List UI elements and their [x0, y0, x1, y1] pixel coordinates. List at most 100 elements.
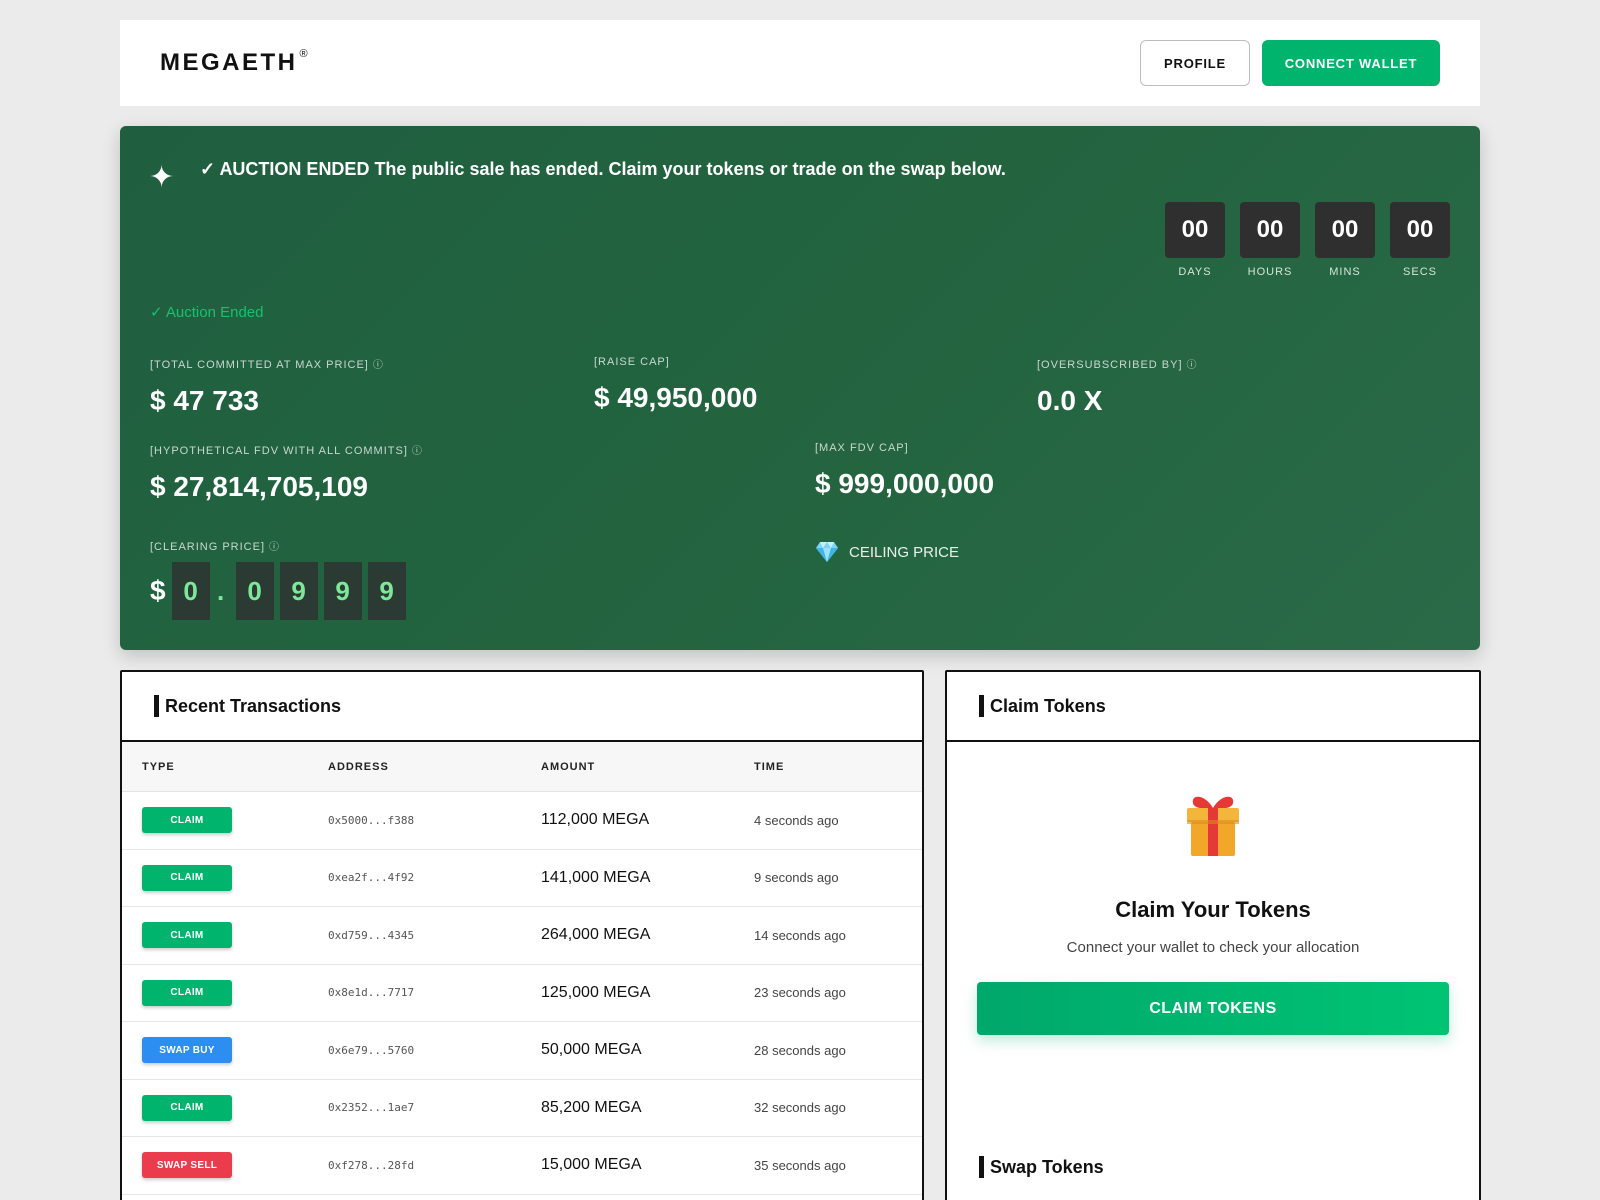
amount-cell: 264,000 MEGA	[541, 926, 651, 944]
column-header-address: ADDRESS	[328, 760, 389, 773]
amount-cell: 50,000 MEGA	[541, 1041, 642, 1059]
panel-title-text: Recent Transactions	[165, 695, 342, 716]
countdown-timer: 00 DAYS 00 HOURS 00 MINS 00 SECS	[1165, 202, 1450, 278]
table-header: TYPE ADDRESS AMOUNT TIME	[122, 742, 922, 792]
header-actions: PROFILE CONNECT WALLET	[1140, 40, 1440, 86]
auction-summary-panel: ✦ ✓ AUCTION ENDED The public sale has en…	[120, 126, 1480, 650]
stat-label: [CLEARING PRICE] ⓘ	[150, 541, 281, 553]
info-icon[interactable]: ⓘ	[412, 446, 423, 457]
title-bar-accent	[979, 1156, 984, 1178]
panel-title: Recent Transactions	[122, 672, 922, 742]
countdown-value: 00	[1240, 202, 1300, 258]
info-icon[interactable]: ⓘ	[373, 360, 384, 371]
type-badge: CLAIM	[142, 864, 232, 891]
amount-cell: 112,000 MEGA	[541, 811, 650, 829]
countdown-value: 00	[1315, 202, 1375, 258]
time-cell: 4 seconds ago	[754, 812, 839, 828]
price-decimal-point: .	[216, 575, 225, 606]
countdown-secs: 00 SECS	[1390, 202, 1450, 278]
profile-button[interactable]: PROFILE	[1140, 40, 1250, 86]
column-header-amount: AMOUNT	[541, 760, 596, 773]
clearing-price: $ 0 . 0 9 9 9	[150, 562, 412, 620]
time-cell: 28 seconds ago	[754, 1042, 846, 1058]
registered-mark: ®	[299, 48, 308, 60]
megaeth-logo[interactable]: MEGAETH ®	[160, 48, 308, 77]
stat-label: [RAISE CAP]	[594, 356, 670, 368]
claim-tokens-panel: Claim Tokens Claim Your Tokens Connect y…	[945, 670, 1481, 1200]
price-digit: 9	[323, 562, 362, 620]
price-digit: 9	[367, 562, 406, 620]
address-cell[interactable]: 0x5000...f388	[328, 814, 541, 827]
sparkle-icon: ✦	[149, 161, 175, 194]
countdown-mins: 00 MINS	[1315, 202, 1375, 278]
address-cell[interactable]: 0xd759...4345	[328, 929, 541, 942]
claim-tokens-button[interactable]: CLAIM TOKENS	[977, 982, 1449, 1035]
stat-hypothetical-fdv: [HYPOTHETICAL FDV WITH ALL COMMITS] ⓘ $ 2…	[150, 442, 423, 503]
table-row[interactable]: CLAIM 0xd759...4345 264,000 MEGA 14 seco…	[122, 907, 922, 965]
auction-banner-text: AUCTION ENDED The public sale has ended.…	[219, 159, 1006, 179]
amount-cell: 85,200 MEGA	[541, 1098, 642, 1116]
table-row[interactable]: CLAIM 0xea2f...4f92 141,000 MEGA 9 secon…	[122, 850, 922, 907]
address-cell[interactable]: 0xf278...28fd	[328, 1159, 541, 1172]
price-currency: $	[150, 575, 166, 606]
ceiling-price-indicator: CEILING PRICE	[815, 541, 959, 563]
address-cell[interactable]: 0x6e79...5760	[328, 1044, 541, 1057]
time-cell: 32 seconds ago	[754, 1100, 846, 1116]
title-bar-accent	[979, 695, 984, 717]
type-badge: CLAIM	[142, 807, 232, 834]
stat-label: [MAX FDV CAP]	[815, 442, 909, 454]
address-cell[interactable]: 0xea2f...4f92	[328, 871, 541, 884]
countdown-label: HOURS	[1247, 266, 1293, 278]
type-badge: SWAP SELL	[142, 1152, 232, 1179]
address-cell[interactable]: 0x2352...1ae7	[328, 1101, 541, 1114]
swap-tokens-title: Swap Tokens	[979, 1156, 1104, 1178]
time-cell: 14 seconds ago	[754, 927, 846, 943]
stat-total-committed: [TOTAL COMMITTED AT MAX PRICE] ⓘ $ 47 733	[150, 356, 384, 417]
type-badge: CLAIM	[142, 1094, 232, 1121]
info-icon[interactable]: ⓘ	[269, 542, 280, 553]
time-cell: 35 seconds ago	[754, 1157, 846, 1173]
type-badge: CLAIM	[142, 922, 232, 949]
amount-cell: 125,000 MEGA	[541, 983, 651, 1001]
top-header: MEGAETH ® PROFILE CONNECT WALLET	[120, 20, 1480, 106]
countdown-days: 00 DAYS	[1165, 202, 1225, 278]
amount-cell: 15,000 MEGA	[541, 1156, 642, 1174]
logo-text: MEGAETH	[160, 49, 298, 76]
amount-cell: 141,000 MEGA	[541, 868, 651, 886]
panel-title: Claim Tokens	[947, 672, 1479, 742]
stat-value: $ 49,950,000	[594, 382, 758, 413]
table-row[interactable]: SWAP SELL 0xf278...28fd 15,000 MEGA 35 s…	[122, 1137, 922, 1195]
recent-transactions-panel: Recent Transactions TYPE ADDRESS AMOUNT …	[120, 670, 924, 1200]
column-header-time: TIME	[754, 760, 785, 773]
gift-icon-svg	[1187, 796, 1239, 856]
time-cell: 9 seconds ago	[754, 870, 839, 886]
stat-label: [TOTAL COMMITTED AT MAX PRICE] ⓘ	[150, 359, 384, 371]
table-row[interactable]: CLAIM 0x2352...1ae7 85,200 MEGA 32 secon…	[122, 1080, 922, 1137]
type-badge: CLAIM	[142, 979, 232, 1006]
title-bar-accent	[154, 695, 159, 717]
price-digit: 0	[171, 562, 210, 620]
auction-status: ✓ Auction Ended	[150, 304, 264, 321]
info-icon[interactable]: ⓘ	[1187, 360, 1198, 371]
stat-value: 0.0 X	[1037, 385, 1103, 416]
price-digit: 9	[279, 562, 318, 620]
table-row[interactable]: CLAIM 0x8e1d...7717 125,000 MEGA 23 seco…	[122, 965, 922, 1022]
stat-raise-cap: [RAISE CAP] $ 49,950,000	[594, 356, 758, 414]
claim-subtitle: Connect your wallet to check your alloca…	[1066, 939, 1360, 956]
stat-value: $ 27,814,705,109	[150, 471, 368, 502]
ceiling-price-label: CEILING PRICE	[849, 543, 960, 561]
countdown-hours: 00 HOURS	[1240, 202, 1300, 278]
swap-title-text: Swap Tokens	[990, 1156, 1104, 1177]
table-row[interactable]: SWAP BUY 0x6e79...5760 50,000 MEGA 28 se…	[122, 1022, 922, 1080]
address-cell[interactable]: 0x8e1d...7717	[328, 986, 541, 999]
clearing-price-label-wrap: [CLEARING PRICE] ⓘ	[150, 538, 280, 553]
stat-value: $ 47 733	[150, 385, 259, 416]
stat-value: $ 999,000,000	[815, 468, 995, 499]
table-row[interactable]: CLAIM 0x5000...f388 112,000 MEGA 4 secon…	[122, 792, 922, 850]
stat-label: [HYPOTHETICAL FDV WITH ALL COMMITS] ⓘ	[150, 445, 423, 457]
check-icon: ✓	[200, 159, 216, 179]
connect-wallet-button[interactable]: CONNECT WALLET	[1262, 40, 1440, 86]
stat-max-fdv-cap: [MAX FDV CAP] $ 999,000,000	[815, 442, 994, 500]
gift-icon	[947, 790, 1479, 868]
stat-label: [OVERSUBSCRIBED BY] ⓘ	[1037, 359, 1198, 371]
